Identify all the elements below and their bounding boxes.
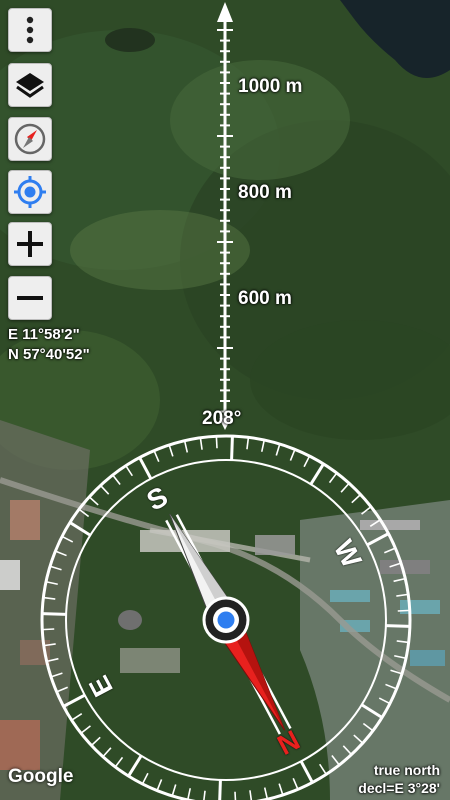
minus-icon bbox=[17, 296, 43, 300]
my-location-icon bbox=[14, 176, 46, 208]
scale-label-1000: 1000 m bbox=[238, 76, 303, 97]
layers-icon bbox=[16, 73, 44, 98]
compass-mode-button[interactable] bbox=[8, 117, 52, 161]
compass-needle bbox=[165, 513, 292, 735]
longitude-readout: E 11°58'2" bbox=[8, 326, 80, 343]
scale-label-800: 800 m bbox=[238, 182, 292, 203]
zoom-in-button[interactable] bbox=[8, 222, 52, 266]
more-vertical-icon bbox=[26, 16, 34, 44]
declination: decl=E 3°28' bbox=[358, 780, 440, 796]
current-location-dot bbox=[217, 611, 235, 629]
zoom-out-button[interactable] bbox=[8, 276, 52, 320]
my-location-button[interactable] bbox=[8, 170, 52, 214]
north-reference: true north bbox=[373, 762, 440, 778]
distance-scale-bar bbox=[217, 2, 233, 430]
scale-label-600: 600 m bbox=[238, 288, 292, 309]
scale-arrow-icon bbox=[217, 2, 233, 22]
compass-icon bbox=[14, 123, 46, 155]
plus-icon bbox=[17, 231, 43, 257]
latitude-readout: N 57°40'52" bbox=[8, 346, 90, 363]
layers-button[interactable] bbox=[8, 63, 52, 107]
menu-button[interactable] bbox=[8, 8, 52, 52]
compass-heading: 208° bbox=[202, 408, 242, 429]
google-attribution: Google bbox=[8, 766, 74, 787]
